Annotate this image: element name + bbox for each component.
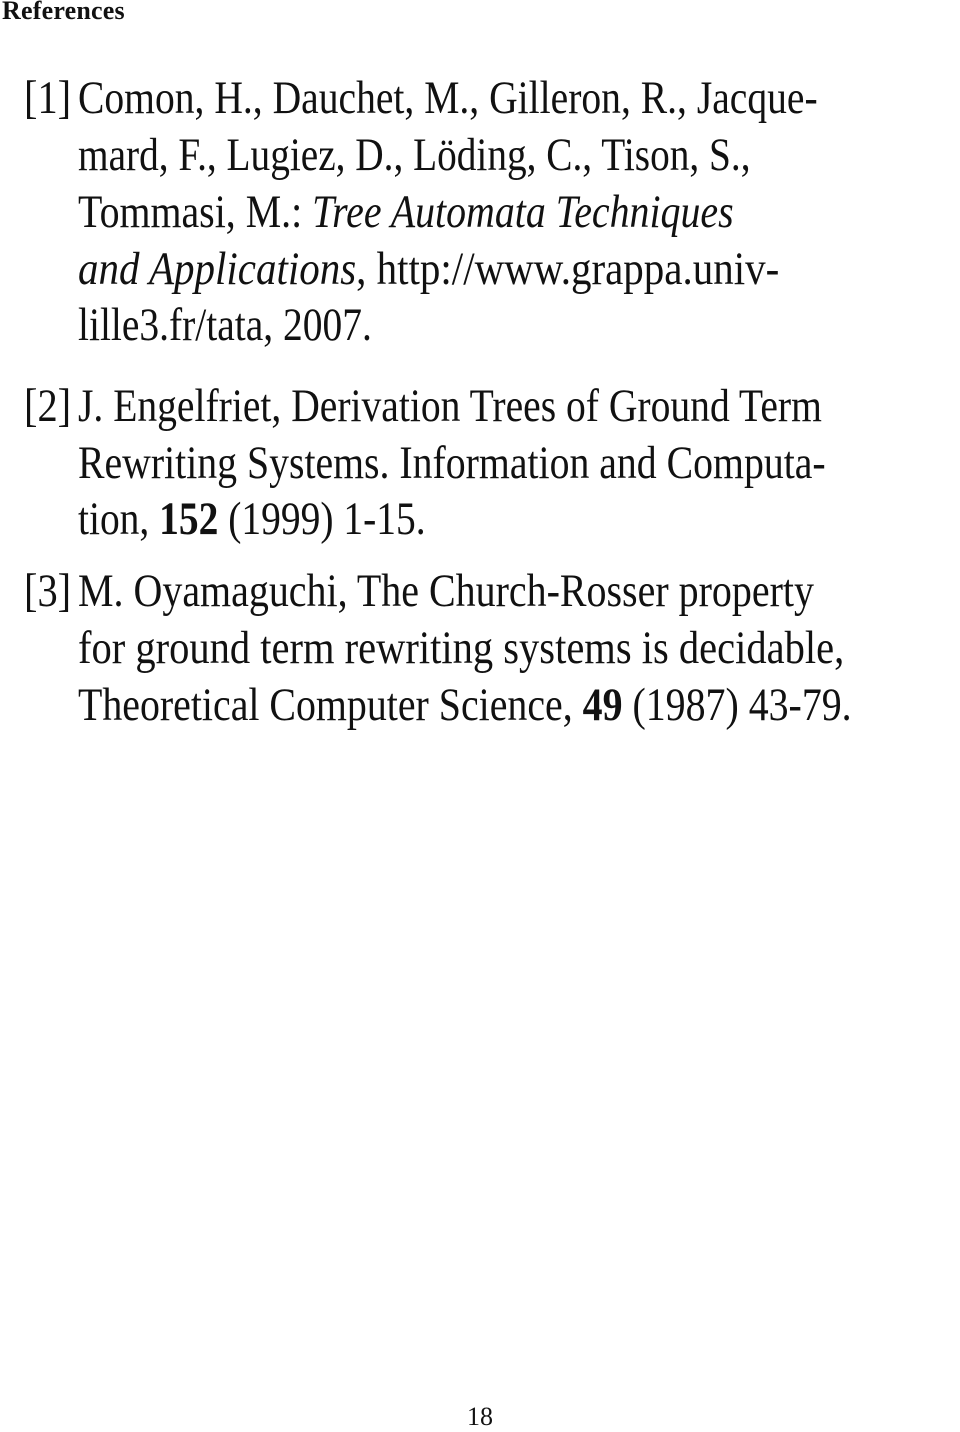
- volume-number: 152: [159, 493, 219, 545]
- reference-line: lille3.fr/tata, 2007.: [78, 299, 372, 351]
- book-title: and Applications: [78, 243, 357, 295]
- reference-line: Theoretical Computer Science, 49 (1987) …: [78, 677, 852, 733]
- volume-number: 49: [582, 679, 623, 731]
- reference-line: and Applications, http://www.grappa.univ…: [78, 241, 779, 297]
- url-text: , http://www.grappa.univ-: [356, 243, 780, 295]
- reference-line: mard, F., Lugiez, D., Löding, C., Tison,…: [78, 129, 751, 181]
- authors-text: Tommasi, M.:: [78, 186, 313, 238]
- reference-line: for ground term rewriting systems is dec…: [78, 622, 845, 674]
- journal-text: Theoretical Computer Science,: [78, 679, 583, 731]
- reference-line: Comon, H., Dauchet, M., Gilleron, R., Ja…: [78, 72, 818, 124]
- reference-line: Rewriting Systems. Information and Compu…: [78, 437, 826, 489]
- reference-line: Tommasi, M.: Tree Automata Techniques: [78, 184, 734, 240]
- section-title: References: [2, 0, 125, 25]
- reference-line: M. Oyamaguchi, The Church-Rosser propert…: [78, 565, 814, 617]
- reference-line: tion, 152 (1999) 1-15.: [78, 491, 426, 547]
- book-title: Tree Automata Techniques: [312, 186, 734, 238]
- reference-number: [1]: [24, 72, 72, 124]
- journal-text: tion,: [78, 493, 160, 545]
- reference-number: [3]: [24, 565, 72, 617]
- reference-number: [2]: [24, 380, 72, 432]
- year-pages: (1999) 1-15.: [218, 493, 426, 545]
- page-number: 18: [467, 1402, 493, 1431]
- reference-line: J. Engelfriet, Derivation Trees of Groun…: [78, 380, 822, 432]
- year-pages: (1987) 43-79.: [622, 679, 852, 731]
